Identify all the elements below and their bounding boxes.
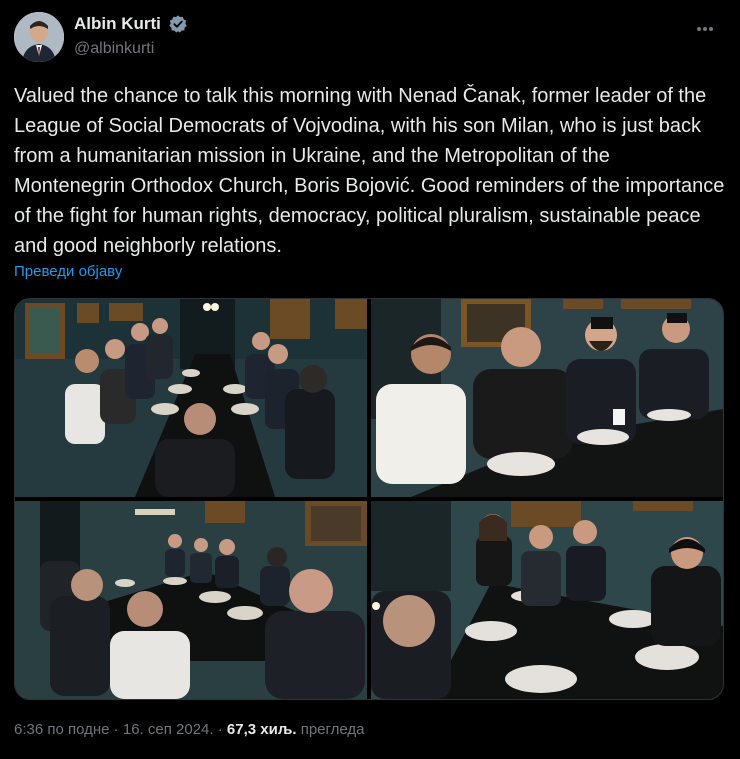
photo-3[interactable] — [15, 501, 367, 699]
tweet-text: Valued the chance to talk this morning w… — [14, 85, 725, 257]
more-options-icon[interactable] — [696, 18, 718, 38]
separator: · — [213, 721, 227, 738]
media-grid — [14, 298, 724, 700]
translate-link[interactable]: Преведи објаву — [14, 263, 122, 280]
separator: · — [109, 721, 123, 738]
timestamp-time[interactable]: 6:36 по подне — [14, 721, 110, 738]
views-label: прегледа — [296, 721, 365, 738]
name-block: Albin Kurti @albinkurti — [74, 14, 188, 58]
display-name[interactable]: Albin Kurti — [74, 14, 161, 34]
verified-badge-icon — [168, 14, 188, 34]
photo-1[interactable] — [15, 299, 367, 497]
tweet-header: Albin Kurti @albinkurti — [14, 12, 726, 64]
handle[interactable]: @albinkurti — [74, 40, 188, 58]
views-count: 67,3 хиљ. — [226, 721, 297, 738]
avatar[interactable] — [14, 12, 64, 62]
photo-2[interactable] — [371, 299, 723, 497]
photo-4[interactable] — [371, 501, 723, 699]
timestamp-date[interactable]: 16. сеп 2024. — [123, 721, 214, 738]
tweet-meta: 6:36 по подне · 16. сеп 2024. · 67,3 хиљ… — [14, 721, 365, 738]
